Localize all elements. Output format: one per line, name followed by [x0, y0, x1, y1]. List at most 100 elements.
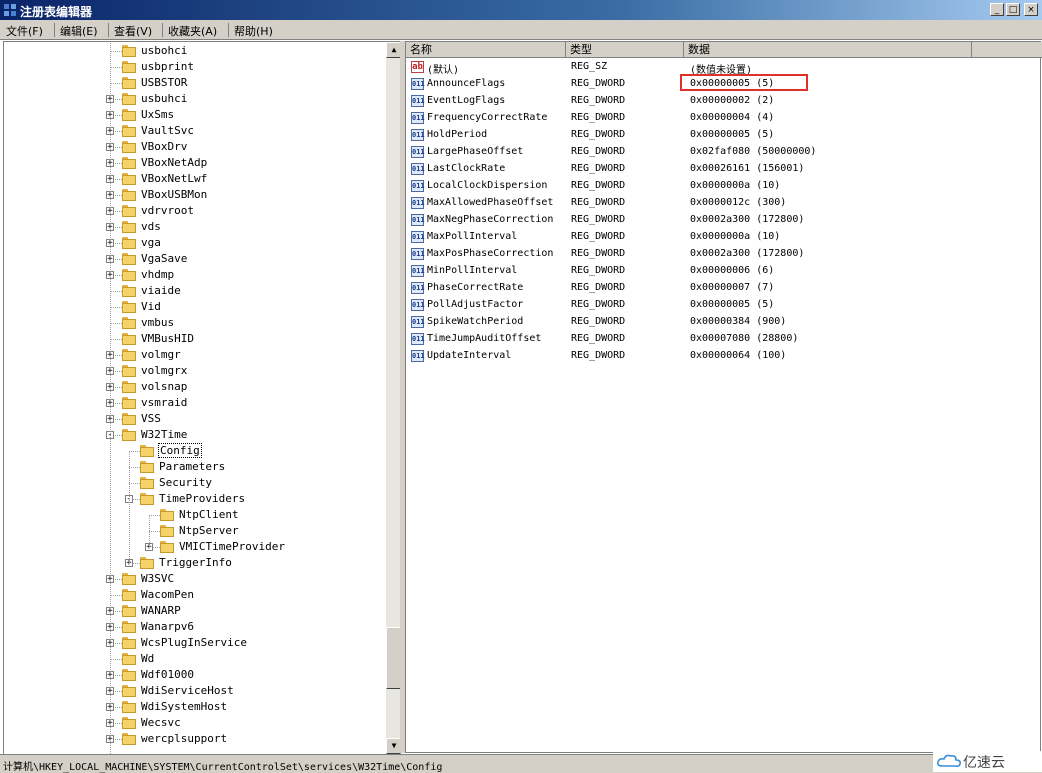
tree-node-label[interactable]: usbuhci	[141, 92, 187, 105]
tree-node[interactable]: VMBusHID	[4, 331, 384, 347]
tree-node-label[interactable]: Wanarpv6	[141, 620, 194, 633]
tree-node[interactable]: Config	[4, 443, 384, 459]
tree-node[interactable]: + UxSms	[4, 107, 384, 123]
tree-node-label[interactable]: wercplsupport	[141, 732, 227, 745]
tree-node[interactable]: + WdiServiceHost	[4, 683, 384, 699]
values-pane[interactable]: 名称 类型 数据 ab (默认) REG_SZ (数值未设置) 011 AnnounceF…	[405, 41, 1042, 753]
tree-node-label[interactable]: TriggerInfo	[159, 556, 232, 569]
tree-node[interactable]: + VBoxDrv	[4, 139, 384, 155]
tree-node-label[interactable]: VMBusHID	[141, 332, 194, 345]
value-row[interactable]: 011 MinPollInterval REG_DWORD 0x00000006 (6…	[406, 263, 1042, 280]
column-header-type[interactable]: 类型	[566, 42, 684, 58]
tree-node[interactable]: + W3SVC	[4, 571, 384, 587]
tree-node[interactable]: + Wecsvc	[4, 715, 384, 731]
value-row[interactable]: 011 MaxAllowedPhaseOffset REG_DWORD 0x00000…	[406, 195, 1042, 212]
key-tree-pane[interactable]: usbohci usbprint USBSTOR + usbuhci + UxSms + Vau…	[3, 41, 401, 755]
value-row[interactable]: 011 FrequencyCorrectRate REG_DWORD 0x000000…	[406, 110, 1042, 127]
tree-node-label[interactable]: VgaSave	[141, 252, 187, 265]
tree-node[interactable]: - W32Time	[4, 427, 384, 443]
tree-node[interactable]: + vga	[4, 235, 384, 251]
tree-node[interactable]: + Wanarpv6	[4, 619, 384, 635]
tree-node[interactable]: Wd	[4, 651, 384, 667]
maximize-button[interactable]: □	[1006, 3, 1020, 16]
tree-node-label[interactable]: Config	[158, 443, 202, 458]
scroll-thumb[interactable]	[386, 627, 400, 689]
tree-node[interactable]: + vds	[4, 219, 384, 235]
tree-node-label[interactable]: NtpServer	[179, 524, 239, 537]
tree-node[interactable]: + WANARP	[4, 603, 384, 619]
tree-node-label[interactable]: usbohci	[141, 44, 187, 57]
tree-node-label[interactable]: UxSms	[141, 108, 174, 121]
tree-node-label[interactable]: viaide	[141, 284, 181, 297]
tree-node[interactable]: + VBoxNetLwf	[4, 171, 384, 187]
tree-node-label[interactable]: Parameters	[159, 460, 225, 473]
tree-node[interactable]: WacomPen	[4, 587, 384, 603]
tree-node[interactable]: + vdrvroot	[4, 203, 384, 219]
tree-node-label[interactable]: Wecsvc	[141, 716, 181, 729]
tree-node-label[interactable]: VSS	[141, 412, 161, 425]
tree-node-label[interactable]: Vid	[141, 300, 161, 313]
tree-node-label[interactable]: TimeProviders	[159, 492, 245, 505]
value-row[interactable]: 011 HoldPeriod REG_DWORD 0x00000005 (5)	[406, 127, 1042, 144]
tree-node-label[interactable]: VBoxNetAdp	[141, 156, 207, 169]
tree-node-label[interactable]: vga	[141, 236, 161, 249]
tree-node-label[interactable]: VBoxUSBMon	[141, 188, 207, 201]
tree-node[interactable]: + wercplsupport	[4, 731, 384, 747]
menu-file[interactable]: 文件(F)	[6, 23, 43, 39]
tree-node-label[interactable]: volmgr	[141, 348, 181, 361]
tree-node[interactable]: Security	[4, 475, 384, 491]
value-row[interactable]: 011 UpdateInterval REG_DWORD 0x00000064 (10…	[406, 348, 1042, 365]
tree-node-label[interactable]: Wdf01000	[141, 668, 194, 681]
menu-edit[interactable]: 编辑(E)	[60, 23, 98, 39]
tree-node-label[interactable]: vds	[141, 220, 161, 233]
tree-node[interactable]: NtpServer	[4, 523, 384, 539]
tree-node[interactable]: + VSS	[4, 411, 384, 427]
value-row[interactable]: 011 LastClockRate REG_DWORD 0x00026161 (156…	[406, 161, 1042, 178]
tree-node[interactable]: + volmgrx	[4, 363, 384, 379]
tree-node[interactable]: + TriggerInfo	[4, 555, 384, 571]
tree-node[interactable]: + VBoxNetAdp	[4, 155, 384, 171]
value-row[interactable]: 011 EventLogFlags REG_DWORD 0x00000002 (2)	[406, 93, 1042, 110]
minimize-button[interactable]: _	[990, 3, 1004, 16]
tree-node[interactable]: vmbus	[4, 315, 384, 331]
tree-node-label[interactable]: Security	[159, 476, 212, 489]
tree-node-label[interactable]: vsmraid	[141, 396, 187, 409]
tree-node-label[interactable]: USBSTOR	[141, 76, 187, 89]
tree-node-label[interactable]: WacomPen	[141, 588, 194, 601]
tree-node-label[interactable]: usbprint	[141, 60, 194, 73]
tree-node-label[interactable]: WcsPlugInService	[141, 636, 247, 649]
menu-view[interactable]: 查看(V)	[114, 23, 152, 39]
tree-node-label[interactable]: W32Time	[141, 428, 187, 441]
value-row[interactable]: 011 MaxPollInterval REG_DWORD 0x0000000a (1…	[406, 229, 1042, 246]
column-header-name[interactable]: 名称	[406, 42, 566, 58]
tree-node[interactable]: + vsmraid	[4, 395, 384, 411]
tree-node-label[interactable]: vhdmp	[141, 268, 174, 281]
tree-node-label[interactable]: VaultSvc	[141, 124, 194, 137]
close-button[interactable]: ×	[1024, 3, 1038, 16]
tree-node[interactable]: - TimeProviders	[4, 491, 384, 507]
tree-node[interactable]: + VgaSave	[4, 251, 384, 267]
tree-node[interactable]: + VaultSvc	[4, 123, 384, 139]
tree-node-label[interactable]: Wd	[141, 652, 154, 665]
tree-node-label[interactable]: volsnap	[141, 380, 187, 393]
column-header-data[interactable]: 数据	[684, 42, 972, 58]
tree-node[interactable]: Vid	[4, 299, 384, 315]
tree-node-label[interactable]: VBoxNetLwf	[141, 172, 207, 185]
tree-node[interactable]: viaide	[4, 283, 384, 299]
scroll-up-arrow-icon[interactable]: ▲	[386, 42, 400, 58]
tree-node[interactable]: usbohci	[4, 43, 384, 59]
tree-node[interactable]: + WcsPlugInService	[4, 635, 384, 651]
tree-node[interactable]: NtpClient	[4, 507, 384, 523]
tree-node[interactable]: + VMICTimeProvider	[4, 539, 384, 555]
tree-node[interactable]: usbprint	[4, 59, 384, 75]
scroll-down-arrow-icon[interactable]: ▼	[386, 738, 400, 754]
tree-node[interactable]: + VBoxUSBMon	[4, 187, 384, 203]
value-row[interactable]: 011 MaxPosPhaseCorrection REG_DWORD 0x0002a…	[406, 246, 1042, 263]
value-row[interactable]: 011 LargePhaseOffset REG_DWORD 0x02faf080 (…	[406, 144, 1042, 161]
tree-node[interactable]: + vhdmp	[4, 267, 384, 283]
tree-node-label[interactable]: volmgrx	[141, 364, 187, 377]
tree-node[interactable]: + WdiSystemHost	[4, 699, 384, 715]
tree-node-label[interactable]: VMICTimeProvider	[179, 540, 285, 553]
tree-node-label[interactable]: NtpClient	[179, 508, 239, 521]
tree-node[interactable]: + volmgr	[4, 347, 384, 363]
